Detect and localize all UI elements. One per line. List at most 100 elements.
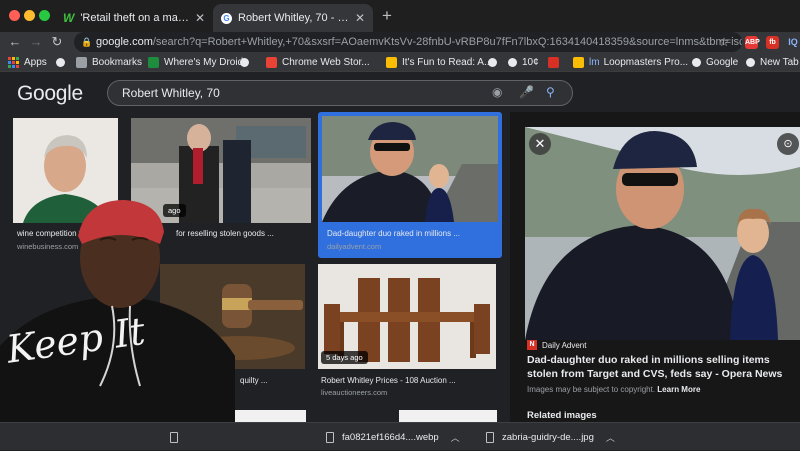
tab-title: Robert Whitley, 70 - Google Se [238,12,349,24]
bookmark-google[interactable]: Google [692,52,738,72]
bookmark-new-tab[interactable]: New Tab [746,52,799,72]
bookmark-label: 10¢ [522,56,539,68]
lm-icon: lm [589,56,600,68]
download-shelf: fa0821ef166d4....webp ︿ zabria-guidry-de.… [0,422,800,450]
close-window-button[interactable] [9,10,20,21]
dad-daughter-preview [525,127,800,340]
bookmark-bookmarks[interactable]: Bookmarks [76,52,142,72]
address-bar[interactable]: 🔒 google.com/search?q=Robert+Whitley,+70… [74,32,742,52]
chevron-up-icon[interactable]: ︿ [606,431,615,444]
bookmark-fb[interactable] [548,52,564,72]
copyright-note: Images may be subject to copyright. Lear… [527,385,700,394]
extension-iq-icon[interactable]: IQ [786,36,800,49]
close-preview-icon[interactable]: ✕ [529,133,551,155]
google-favicon-icon: G [221,12,232,24]
download-item-partial[interactable] [170,423,186,451]
web-store-icon [266,56,277,68]
search-query: Robert Whitley, 70 [122,86,220,100]
bookmark-loopmasters[interactable]: lm Loopmasters Pro... [573,52,688,72]
file-icon [170,431,178,443]
bookmark-label: Google [706,56,739,68]
tab-google-search[interactable]: G Robert Whitley, 70 - Google Se ✕ [213,4,373,32]
download-item-1[interactable]: fa0821ef166d4....webp ︿ [326,423,460,451]
result-caption[interactable]: Dad-daughter duo raked in millions ... [327,229,497,238]
result-caption[interactable]: quilty ... [240,376,300,385]
folder-icon [76,56,87,68]
preview-source: Daily Advent [542,340,587,350]
search-icon[interactable]: ⚲ [546,85,555,99]
bookmark-label: New Tab [760,56,799,68]
chevron-up-icon[interactable]: ︿ [451,431,460,444]
apps-grid-icon [8,56,19,68]
time-badge: 5 days ago [321,351,368,364]
learn-more-link[interactable]: Learn More [657,385,700,394]
result-image-5[interactable]: 5 days ago [318,264,496,369]
image-preview-panel: ✕ ⊙ N Daily Advent Dad-daughter duo rake… [510,112,800,422]
daily-advent-logo-icon: N [527,340,537,350]
droid-icon [148,56,159,68]
globe-icon [240,57,249,67]
bookmark-globe[interactable] [240,52,254,72]
adblock-extension-icon[interactable]: ABP [745,36,760,49]
result-image-7[interactable] [399,410,497,422]
url-path: /search?q=Robert+Whitley,+70&sxsrf=AOaem… [152,36,742,48]
file-icon [326,431,334,443]
globe-icon [508,57,517,67]
close-tab-icon[interactable]: ✕ [195,11,205,25]
bookmark-10c[interactable]: 10¢ [508,52,539,72]
related-images-heading: Related images [527,410,597,421]
globe-icon [746,57,755,67]
bookmark-label: Loopmasters Pro... [603,56,689,68]
download-filename: zabria-guidry-de....jpg [502,431,594,443]
download-filename: fa0821ef166d4....webp [342,431,439,443]
bookmark-star-icon[interactable]: ☆ [714,32,734,52]
lock-icon: 🔒 [81,37,93,47]
reload-icon[interactable]: ↻ [47,32,67,52]
bookmark-label: Where's My Droid [164,56,244,68]
bookmark-apps[interactable]: Apps [8,52,47,72]
back-arrow-icon[interactable]: ← [5,32,25,52]
file-icon [486,431,494,443]
webcam-overlay: Keep It [0,196,235,422]
close-tab-icon[interactable]: ✕ [355,11,365,25]
result-caption[interactable]: Robert Whitley Prices - 108 Auction ... [321,376,496,385]
search-input[interactable]: Robert Whitley, 70 [107,80,573,106]
bookmark-label: Bookmarks [92,56,143,68]
bookmarks-bar: Apps Bookmarks Where's My Droid Chrome W… [0,52,800,72]
tab-strip: W 'Retail theft on a massive scale ✕ G R… [0,0,800,32]
bookmark-label: Apps [24,56,47,68]
preview-image[interactable]: ✕ ⊙ [525,127,800,340]
result-image-3[interactable] [322,116,498,222]
minimize-window-button[interactable] [24,10,35,21]
loopmasters-icon [573,56,584,68]
bookmark-folder[interactable] [56,52,70,72]
copyright-text: Images may be subject to copyright. [527,385,656,394]
google-logo[interactable]: Google [17,82,83,106]
result-source: liveauctioneers.com [321,388,388,397]
dad-daughter-thumbnail [322,116,498,222]
preview-title[interactable]: Dad-daughter duo raked in millions selli… [527,353,800,381]
url-host: google.com [96,36,153,48]
microphone-icon[interactable]: 🎤 [519,85,534,99]
new-tab-plus-icon[interactable]: + [382,6,392,26]
book-icon [386,56,397,68]
lens-search-icon[interactable]: ⊙ [777,133,799,155]
zoom-window-button[interactable] [39,10,50,21]
bookmark-fun-to-read[interactable]: It's Fun to Read: A... [386,52,492,72]
preview-source-row[interactable]: N Daily Advent [527,340,586,350]
extension-icon[interactable]: fb [766,36,779,49]
bookmark-globe-2[interactable] [488,52,502,72]
site-favicon-icon: W [63,11,75,25]
download-item-2[interactable]: zabria-guidry-de....jpg ︿ [486,423,615,451]
bookmark-label: Chrome Web Stor... [282,56,370,68]
tab-retail-theft[interactable]: W 'Retail theft on a massive scale ✕ [55,4,213,32]
result-source: dailyadvent.com [327,242,382,251]
globe-icon [488,57,497,67]
camera-search-icon[interactable]: ◉ [492,85,502,99]
bookmark-chrome-web-store[interactable]: Chrome Web Stor... [266,52,370,72]
google-icon [692,57,701,67]
bookmark-label: It's Fun to Read: A... [402,56,493,68]
forward-arrow-icon[interactable]: → [26,32,46,52]
globe-icon [56,57,65,67]
bookmark-wheres-my-droid[interactable]: Where's My Droid [148,52,243,72]
